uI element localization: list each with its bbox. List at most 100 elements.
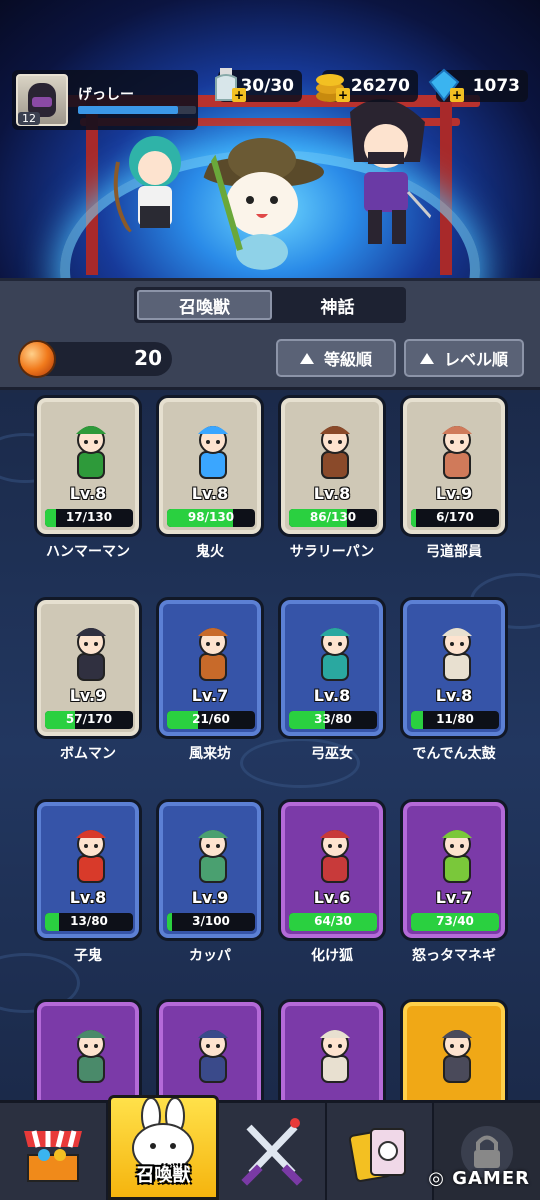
summon-card[interactable] [278,999,386,1100]
player-xp-bar [78,106,196,114]
sort-triangle-icon [419,352,434,364]
summon-sprite-icon [320,830,350,883]
add-gems-icon[interactable]: + [450,88,464,102]
summon-sprite-icon [76,1030,106,1083]
summon-level: Lv.9 [191,888,229,907]
summon-name: 弓道部員 [426,544,482,560]
add-stamina-icon[interactable]: + [232,88,246,102]
summon-card[interactable] [400,999,508,1100]
coin-value: 26270 [350,76,410,96]
summon-card-grid: Lv.8 17/130 ハンマーマン Lv.8 98/130 鬼火 Lv.8 86/130 サラ… [0,393,540,1100]
sort-by-level-label: レベル順 [443,350,508,369]
summon-progress-bar: 33/80 [289,711,377,729]
summon-name: サラリーパン [289,544,375,560]
summon-progress-text: 57/170 [65,712,113,726]
nav-cards[interactable] [327,1103,435,1200]
summon-banner: 12 げっしー + 30/30 + 26270 + 1073 [0,0,540,278]
summon-progress-text: 17/130 [65,510,113,524]
summon-level: Lv.8 [313,484,351,503]
sort-bar: 20 等級順 レベル順 [0,330,540,390]
summon-progress-text: 33/80 [314,712,352,726]
summon-card[interactable]: Lv.8 33/80 [278,597,386,739]
summon-name: 弓巫女 [311,746,353,762]
summon-name: カッパ [189,948,231,964]
summon-card[interactable]: Lv.9 6/170 [400,395,508,537]
summon-sprite-icon [442,1030,472,1083]
summon-progress-text: 86/130 [309,510,357,524]
summon-card[interactable]: Lv.7 21/60 [156,597,264,739]
summon-sprite-icon [76,830,106,883]
gem-value: 1073 [472,76,520,96]
orb-counter: 20 [18,340,172,378]
summon-card[interactable]: Lv.7 73/40 [400,799,508,941]
summon-progress-bar: 64/30 [289,913,377,931]
sort-by-rarity-label: 等級順 [323,350,372,369]
summon-name: 風来坊 [189,746,231,762]
summon-name: 鬼火 [196,544,224,560]
summon-card[interactable] [156,999,264,1100]
summon-card[interactable]: Lv.8 86/130 [278,395,386,537]
summon-progress-bar: 3/100 [167,913,255,931]
add-coins-icon[interactable]: + [336,88,350,102]
orb-count-value: 20 [134,346,162,370]
player-name: げっしー [78,87,134,103]
summon-sprite-icon [320,1030,350,1083]
player-profile[interactable]: 12 げっしー [12,70,198,130]
sort-by-level-button[interactable]: レベル順 [404,339,524,377]
summon-level: Lv.6 [313,888,351,907]
summon-level: Lv.8 [435,686,473,705]
crossed-swords-icon [241,1117,303,1186]
summon-name: でんでん太鼓 [412,746,496,762]
summon-progress-text: 21/60 [192,712,230,726]
summon-progress-bar: 73/40 [411,913,499,931]
tab-myths[interactable]: 神話 [272,290,403,320]
summon-sprite-icon [76,628,106,681]
summon-level: Lv.9 [69,686,107,705]
summon-progress-bar: 6/170 [411,509,499,527]
dragon-orb-icon [18,340,56,378]
nav-summons-label: 召喚獣 [136,1165,191,1186]
gamer-watermark-label: GAMER [452,1168,530,1189]
nav-shop[interactable] [0,1103,108,1200]
shop-stall-icon [23,1129,82,1182]
summon-progress-bar: 21/60 [167,711,255,729]
ninja-girl-illustration [350,99,437,244]
summon-sprite-icon [198,426,228,479]
summon-level: Lv.7 [435,888,473,907]
summon-level: Lv.8 [313,686,351,705]
sort-by-rarity-button[interactable]: 等級順 [276,339,396,377]
summon-card[interactable]: Lv.6 64/30 [278,799,386,941]
summon-sprite-icon [442,830,472,883]
nav-battle[interactable] [219,1103,327,1200]
tab-summons[interactable]: 召喚獣 [137,290,272,320]
summon-card[interactable]: Lv.9 3/100 [156,799,264,941]
summon-name: 怒っタマネギ [412,948,496,964]
summon-card[interactable]: Lv.8 98/130 [156,395,264,537]
summon-progress-bar: 17/130 [45,509,133,527]
summon-card[interactable]: Lv.8 17/130 [34,395,142,537]
stamina-value: 30/30 [240,76,294,96]
sort-triangle-icon [299,352,314,364]
summon-progress-text: 3/100 [192,914,230,928]
gem-counter[interactable]: + 1073 [428,68,528,102]
summon-name: 子鬼 [74,948,102,964]
summon-card[interactable]: Lv.8 13/80 [34,799,142,941]
summon-card[interactable]: Lv.9 57/170 [34,597,142,739]
summon-sprite-icon [198,1030,228,1083]
summon-card[interactable]: Lv.8 11/80 [400,597,508,739]
summon-level: Lv.8 [69,888,107,907]
summon-level: Lv.8 [69,484,107,503]
summon-progress-text: 11/80 [436,712,474,726]
coin-counter[interactable]: + 26270 [316,70,418,102]
nav-summons[interactable]: 召喚獣 [107,1095,220,1200]
summon-sprite-icon [320,426,350,479]
summon-card[interactable] [34,999,142,1100]
summon-sprite-icon [442,426,472,479]
stamina-counter[interactable]: + 30/30 [215,68,302,102]
cat-mascot-illustration [200,138,324,270]
summon-progress-text: 98/130 [187,510,235,524]
summon-sprite-icon [76,426,106,479]
summon-level: Lv.7 [191,686,229,705]
summon-progress-text: 13/80 [70,914,108,928]
summon-name: 化け狐 [311,948,353,964]
